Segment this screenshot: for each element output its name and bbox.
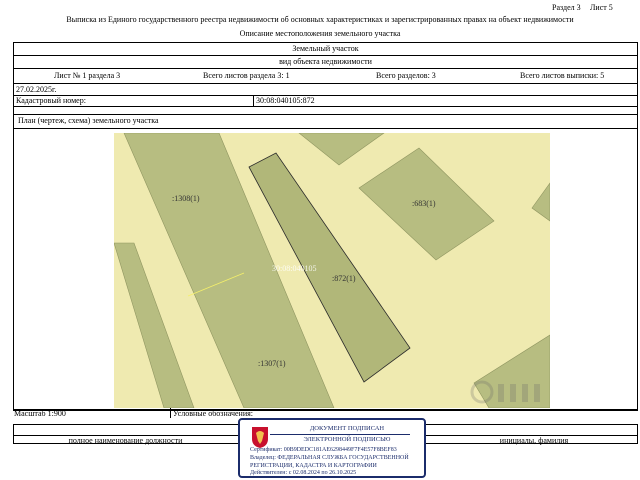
stamp-validity: Действителен: с 02.08.2024 по 26.10.2025 — [250, 470, 357, 476]
cadastral-number: 30:08:040105:872 — [256, 96, 315, 105]
document-title: Выписка из Единого государственного реес… — [66, 15, 574, 24]
object-type: Земельный участок — [292, 44, 359, 53]
sheet-no: Лист № 1 раздела 3 — [54, 71, 121, 80]
section-number: Раздел 3 — [552, 3, 581, 12]
label-parcel-1307: :1307(1) — [258, 359, 286, 368]
plan-title: План (чертеж, схема) земельного участка — [18, 116, 159, 125]
stamp-certificate: Сертификат: 00B9DEDC181AE6298449F7F4E57F… — [250, 447, 397, 453]
label-parcel-872: :872(1) — [332, 274, 356, 283]
sheets-in-section: Всего листов раздела 3: 1 — [203, 71, 290, 80]
label-parcel-1308: :1308(1) — [172, 194, 200, 203]
plan-drawing: :1308(1) :683(1) :872(1) :1307(1) 30:08:… — [114, 133, 550, 408]
cadastral-label: Кадастровый номер: — [16, 96, 86, 105]
sheet-number: Лист 5 — [590, 3, 613, 12]
date: 27.02.2025г. — [16, 85, 57, 94]
sections-total: Всего разделов: 3 — [376, 71, 436, 80]
eagle-emblem-icon — [252, 427, 268, 448]
stamp-line1: ДОКУМЕНТ ПОДПИСАН — [309, 425, 385, 432]
scale-value: Масштаб 1:900 — [14, 409, 66, 418]
stamp-owner-1: Владелец: ФЕДЕРАЛЬНАЯ СЛУЖБА ГОСУДАРСТВЕ… — [250, 455, 409, 461]
stamp-line2: ЭЛЕКТРОННОЙ ПОДПИСЬЮ — [303, 436, 391, 443]
document-subtitle: Описание местоположения земельного участ… — [239, 29, 401, 38]
stamp-owner-2: РЕГИСТРАЦИИ, КАДАСТРА И КАРТОГРАФИИ — [250, 463, 377, 469]
position-caption: полное наименование должности — [68, 436, 183, 445]
electronic-signature-stamp: ДОКУМЕНТ ПОДПИСАН ЭЛЕКТРОННОЙ ПОДПИСЬЮ С… — [238, 418, 426, 478]
watermark-logo-icon — [470, 380, 540, 404]
label-parcel-683: :683(1) — [412, 199, 436, 208]
label-quarter: 30:08:040105 — [272, 264, 316, 273]
object-type-caption: вид объекта недвижимости — [279, 57, 372, 66]
sheets-in-extract: Всего листов выписки: 5 — [520, 71, 605, 80]
name-caption: инициалы, фамилия — [499, 436, 569, 445]
